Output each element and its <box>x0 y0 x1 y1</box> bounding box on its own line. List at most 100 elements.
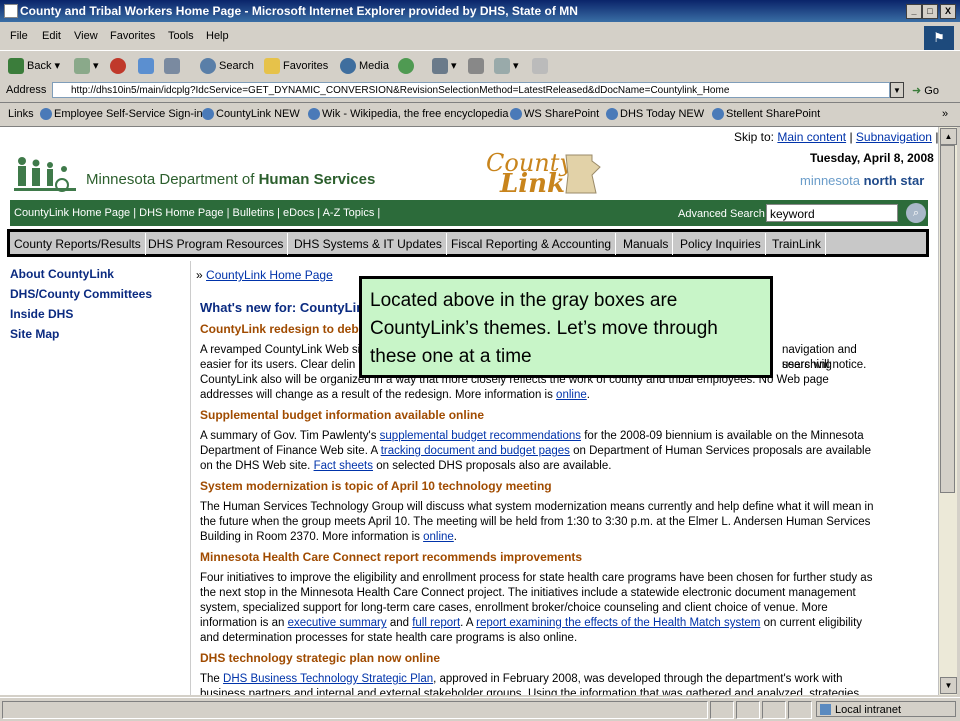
back-button[interactable]: Back ▾ <box>8 56 60 76</box>
refresh-icon <box>138 58 154 75</box>
discuss-button[interactable] <box>532 56 551 76</box>
print-button[interactable] <box>468 56 487 76</box>
forward-button[interactable]: ▾ <box>74 56 99 76</box>
theme-policy-inquiries[interactable]: Policy Inquiries <box>676 233 766 255</box>
theme-manuals[interactable]: Manuals <box>619 233 674 255</box>
theme-dhs-program-resources[interactable]: DHS Program Resources <box>144 233 289 255</box>
history-icon <box>398 58 414 75</box>
mail-button[interactable]: ▾ <box>432 56 457 76</box>
menu-file[interactable]: File <box>10 30 28 42</box>
department-name: Minnesota Department of Human Services <box>86 171 376 188</box>
minnesota-map-icon <box>565 154 601 194</box>
keyword-search-input[interactable]: keyword <box>766 204 898 222</box>
search-button[interactable]: Search <box>200 56 254 76</box>
strategic-plan-link[interactable]: DHS Business Technology Strategic Plan <box>223 673 433 685</box>
address-dropdown-icon[interactable]: ▼ <box>890 82 904 98</box>
online-link[interactable]: online <box>556 389 587 401</box>
stop-button[interactable] <box>110 56 129 76</box>
article-body: The Human Services Technology Group will… <box>200 501 874 543</box>
ie-page-icon <box>308 108 320 121</box>
status-cell <box>762 701 786 719</box>
ie-page-icon <box>712 108 724 121</box>
link-stellent-sharepoint[interactable]: Stellent SharePoint <box>712 108 820 121</box>
link-dhs-today[interactable]: DHS Today NEW <box>606 108 704 121</box>
favorites-button[interactable]: Favorites <box>264 56 328 76</box>
budget-recommendations-link[interactable]: supplemental budget recommendations <box>380 430 581 442</box>
menu-favorites[interactable]: Favorites <box>110 30 155 42</box>
security-zone: Local intranet <box>816 701 956 717</box>
article-body: A summary of Gov. Tim Pawlenty's supplem… <box>200 430 872 472</box>
scroll-down-icon[interactable]: ▼ <box>940 677 957 694</box>
minimize-button[interactable]: _ <box>906 4 922 19</box>
left-nav-committees[interactable]: DHS/County Committees <box>10 287 152 301</box>
theme-trainlink[interactable]: TrainLink <box>768 233 826 255</box>
online-link[interactable]: online <box>423 531 454 543</box>
ie-page-icon <box>510 108 522 121</box>
back-arrow-icon <box>8 58 24 75</box>
full-report-link[interactable]: full report <box>412 617 460 629</box>
left-nav-site-map[interactable]: Site Map <box>10 327 152 341</box>
address-input[interactable]: http://dhs10in5/main/idcplg?IdcService=G… <box>52 82 890 98</box>
address-label: Address <box>6 84 47 96</box>
links-more-chevron-icon[interactable]: » <box>942 108 948 120</box>
search-icon <box>200 58 216 75</box>
tracking-document-link[interactable]: tracking document and budget pages <box>381 445 570 457</box>
article-heading: System modernization is topic of April 1… <box>200 479 552 493</box>
menu-tools[interactable]: Tools <box>168 30 194 42</box>
theme-dhs-systems[interactable]: DHS Systems & IT Updates <box>290 233 447 255</box>
left-nav-inside-dhs[interactable]: Inside DHS <box>10 307 152 321</box>
status-cell <box>736 701 760 719</box>
history-button[interactable] <box>398 56 417 76</box>
theme-fiscal-reporting[interactable]: Fiscal Reporting & Accounting <box>447 233 617 255</box>
menu-edit[interactable]: Edit <box>42 30 61 42</box>
fact-sheets-link[interactable]: Fact sheets <box>314 460 373 472</box>
menu-view[interactable]: View <box>74 30 98 42</box>
link-countylink-new[interactable]: CountyLink NEW <box>202 108 300 121</box>
article-heading: DHS technology strategic plan now online <box>200 651 441 665</box>
top-navigation-bar: CountyLink Home Page | DHS Home Page | B… <box>10 200 928 226</box>
window-title: County and Tribal Workers Home Page - Mi… <box>20 4 578 18</box>
article-heading: Supplemental budget information availabl… <box>200 408 485 422</box>
article-heading: Minnesota Health Care Connect report rec… <box>200 550 583 564</box>
left-nav-about[interactable]: About CountyLink <box>10 267 152 281</box>
ie-page-icon <box>606 108 618 121</box>
breadcrumb-home-link[interactable]: CountyLink Home Page <box>206 268 333 282</box>
breadcrumb: » CountyLink Home Page <box>196 268 333 282</box>
menu-help[interactable]: Help <box>206 30 229 42</box>
skip-main-content-link[interactable]: Main content <box>777 130 846 144</box>
home-icon <box>164 58 180 75</box>
link-wikipedia[interactable]: Wik - Wikipedia, the free encyclopedia <box>308 108 508 121</box>
scroll-up-icon[interactable]: ▲ <box>940 128 957 145</box>
edit-icon <box>494 58 510 75</box>
address-bar: Address http://dhs10in5/main/idcplg?IdcS… <box>0 80 960 103</box>
stop-icon <box>110 58 126 75</box>
theme-county-reports[interactable]: County Reports/Results <box>10 233 146 255</box>
link-ws-sharepoint[interactable]: WS SharePoint <box>510 108 599 121</box>
skip-subnavigation-link[interactable]: Subnavigation <box>856 130 932 144</box>
star-icon <box>264 58 280 75</box>
go-button[interactable]: ➜ Go <box>912 84 939 97</box>
home-button[interactable] <box>164 56 183 76</box>
intranet-icon <box>820 704 831 715</box>
vertical-scrollbar[interactable]: ▲ ▼ <box>938 127 957 695</box>
edit-button[interactable]: ▾ <box>494 56 519 76</box>
media-button[interactable]: Media <box>340 56 389 76</box>
search-go-icon[interactable]: ⌕ <box>906 203 926 223</box>
maximize-button[interactable]: □ <box>922 4 938 19</box>
top-nav-links[interactable]: CountyLink Home Page | DHS Home Page | B… <box>14 207 380 219</box>
print-icon <box>468 58 484 75</box>
executive-summary-link[interactable]: executive summary <box>288 617 387 629</box>
advanced-search-link[interactable]: Advanced Search <box>678 208 765 220</box>
health-match-report-link[interactable]: report examining the effects of the Heal… <box>476 617 760 629</box>
links-bar: Links Employee Self-Service Sign-in Coun… <box>0 104 960 127</box>
window-title-bar: County and Tribal Workers Home Page - Mi… <box>0 0 960 22</box>
scroll-thumb[interactable] <box>940 145 955 493</box>
link-employee-self-service[interactable]: Employee Self-Service Sign-in <box>40 108 203 121</box>
countylink-logo: County Link <box>486 149 606 199</box>
status-bar: Local intranet <box>0 697 960 721</box>
close-button[interactable]: X <box>940 4 956 19</box>
ie-page-icon <box>202 108 214 121</box>
refresh-button[interactable] <box>138 56 157 76</box>
media-icon <box>340 58 356 75</box>
minnesota-north-star-logo[interactable]: minnesota north star <box>800 173 924 188</box>
